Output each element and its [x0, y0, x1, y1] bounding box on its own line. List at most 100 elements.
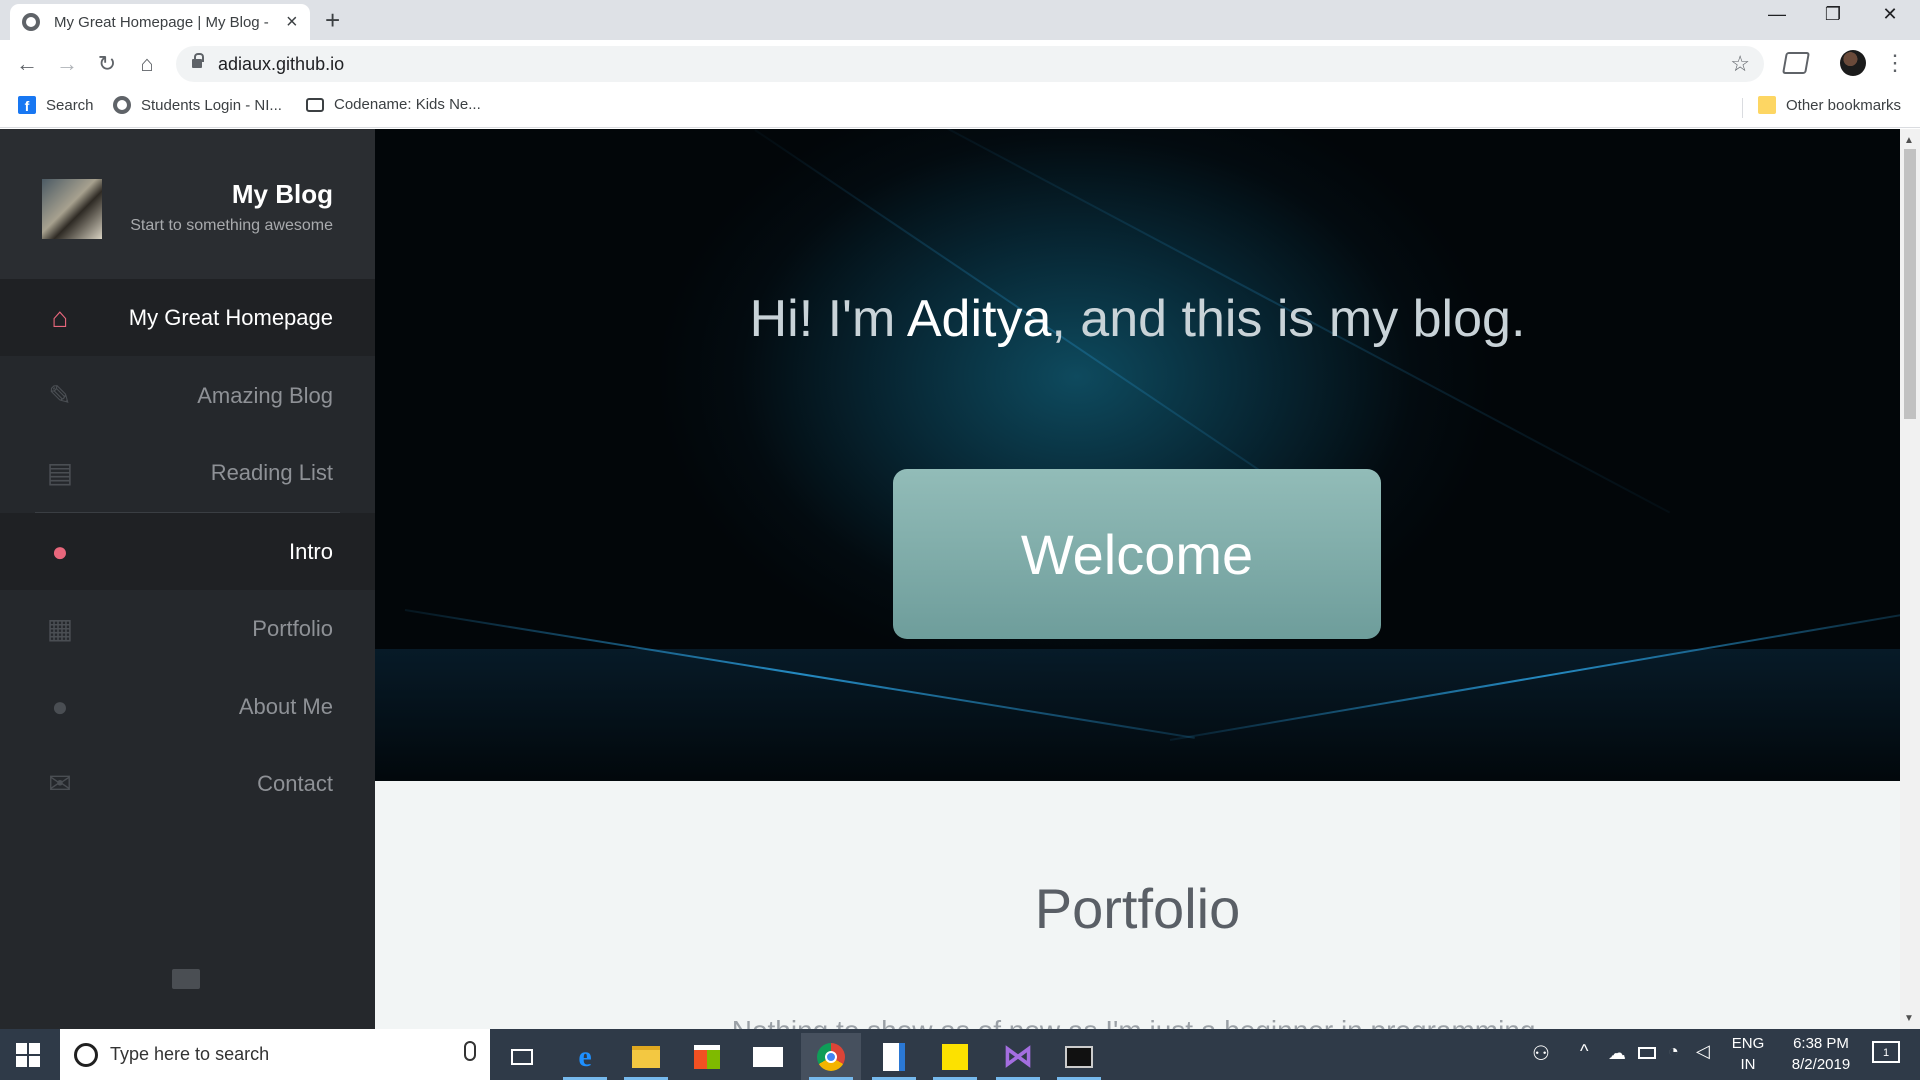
sidebar-item-label: Intro: [288, 538, 333, 564]
sidebar-item-label: Portfolio: [252, 615, 333, 641]
visual-studio-icon[interactable]: ⋈: [988, 1033, 1048, 1080]
people-icon[interactable]: ⚇: [1532, 1041, 1550, 1066]
onedrive-icon[interactable]: ☁: [1608, 1043, 1626, 1064]
user-icon: ●: [51, 690, 69, 722]
minimize-icon[interactable]: —: [1757, 4, 1797, 25]
other-bookmarks[interactable]: Other bookmarks: [1758, 96, 1901, 114]
taskbar-search[interactable]: Type here to search: [60, 1029, 490, 1080]
scroll-down-icon[interactable]: ▼: [1904, 1013, 1914, 1024]
bookmark-codename[interactable]: Codename: Kids Ne...: [306, 96, 481, 113]
chrome-icon[interactable]: [801, 1033, 861, 1080]
avatar: [42, 179, 102, 239]
hero-section: Hi! I'm Aditya, and this is my blog. Wel…: [375, 129, 1900, 781]
clock-time: 6:38 PM: [1793, 1035, 1849, 1052]
brand-subtitle: Start to something awesome: [130, 217, 333, 234]
sidebar-item-blog[interactable]: ✎ Amazing Blog: [0, 357, 375, 434]
bookmark-search[interactable]: f Search: [18, 96, 94, 114]
chevron-up-icon[interactable]: ^: [1580, 1041, 1588, 1062]
greeting-suffix: , and this is my blog.: [1051, 290, 1526, 348]
url-text[interactable]: adiaux.github.io: [218, 54, 344, 75]
sticky-notes-icon[interactable]: [925, 1033, 985, 1080]
reload-icon[interactable]: ↻: [93, 50, 121, 78]
language-indicator[interactable]: ENG IN: [1730, 1035, 1766, 1073]
home-icon[interactable]: ⌂: [133, 50, 161, 78]
document-editor-icon[interactable]: [864, 1033, 924, 1080]
welcome-button[interactable]: Welcome: [893, 469, 1381, 639]
envelope-icon[interactable]: [172, 969, 200, 989]
sidebar-item-label: Amazing Blog: [197, 382, 333, 408]
portfolio-text: Nothing to show as of now as I'm just a …: [375, 1015, 1900, 1029]
bookmarks-divider: [1742, 98, 1743, 118]
globe-icon: [113, 96, 131, 114]
speech-bubble-icon: ●: [51, 535, 69, 567]
hero-decoration: [375, 649, 1900, 781]
sidebar-item-label: Reading List: [210, 459, 333, 485]
taskbar: Type here to search e ⋈ ⚇ ^ ☁ ◔ ◁ ENG IN: [0, 1029, 1920, 1080]
new-tab-button[interactable]: +: [325, 6, 340, 34]
mail-icon[interactable]: [738, 1033, 798, 1080]
microphone-icon[interactable]: [464, 1041, 476, 1061]
notification-count: 1: [1882, 1047, 1890, 1059]
book-icon: ▤: [46, 456, 74, 488]
volume-icon[interactable]: ◁: [1696, 1041, 1710, 1062]
author-name: Aditya: [906, 290, 1052, 348]
brand-title: My Blog: [231, 179, 333, 209]
scroll-thumb[interactable]: [1904, 149, 1916, 419]
back-icon[interactable]: ←: [13, 50, 41, 78]
sidebar-item-portfolio[interactable]: ▦ Portfolio: [0, 590, 375, 667]
page-scrollbar[interactable]: ▲ ▼: [1900, 129, 1920, 1029]
clock[interactable]: 6:38 PM 8/2/2019: [1776, 1035, 1866, 1073]
close-tab-icon[interactable]: ×: [286, 12, 298, 32]
sidebar-item-contact[interactable]: ✉ Contact: [0, 745, 375, 822]
brand-header[interactable]: My Blog Start to something awesome: [0, 129, 375, 279]
file-explorer-icon[interactable]: [616, 1033, 676, 1080]
sidebar-item-reading-list[interactable]: ▤ Reading List: [0, 434, 375, 511]
extension-icon[interactable]: [1782, 52, 1810, 74]
pencil-icon: ✎: [48, 379, 72, 411]
portfolio-title: Portfolio: [1034, 877, 1241, 940]
star-icon[interactable]: ☆: [1730, 51, 1750, 77]
notification-center-icon[interactable]: 1: [1872, 1041, 1900, 1063]
portfolio-section: Portfolio Nothing to show as of now as I…: [375, 781, 1900, 1029]
sidebar-item-intro[interactable]: ● Intro: [0, 513, 375, 590]
more-menu-icon[interactable]: ⋮: [1884, 48, 1906, 78]
folder-icon: [1758, 96, 1776, 114]
sidebar-item-label: My Great Homepage: [128, 304, 333, 330]
forward-icon[interactable]: →: [53, 50, 81, 78]
browser-tab[interactable]: My Great Homepage | My Blog - ×: [10, 4, 310, 40]
cortana-icon: [74, 1043, 98, 1067]
sidebar-item-label: Contact: [257, 770, 333, 796]
wifi-icon[interactable]: ◔: [1668, 1041, 1679, 1062]
windows-start-icon[interactable]: [16, 1043, 40, 1067]
hero-heading: Hi! I'm Aditya, and this is my blog.: [375, 289, 1900, 349]
store-icon[interactable]: [677, 1033, 737, 1080]
region-label: IN: [1740, 1056, 1756, 1073]
task-view-icon[interactable]: [492, 1033, 552, 1080]
tab-strip: My Great Homepage | My Blog - × + — ❐ ✕: [0, 0, 1920, 40]
edge-icon[interactable]: e: [555, 1033, 615, 1080]
battery-icon[interactable]: [1638, 1047, 1656, 1059]
sidebar-item-label: About Me: [238, 693, 333, 719]
bookmark-label: Students Login - NI...: [141, 96, 282, 114]
lock-icon[interactable]: [192, 53, 204, 68]
sidebar: My Blog Start to something awesome ⌂ My …: [0, 129, 375, 1029]
sidebar-item-homepage[interactable]: ⌂ My Great Homepage: [0, 279, 375, 356]
profile-avatar[interactable]: [1840, 50, 1866, 76]
bookmarks-bar: f Search Students Login - NI... Codename…: [0, 88, 1920, 128]
scroll-up-icon[interactable]: ▲: [1904, 135, 1914, 146]
bookmark-label: Codename: Kids Ne...: [334, 96, 481, 113]
restore-icon[interactable]: ❐: [1813, 4, 1853, 25]
address-bar[interactable]: adiaux.github.io ☆: [176, 46, 1764, 82]
terminal-icon[interactable]: [1049, 1033, 1109, 1080]
greeting-prefix: Hi! I'm: [749, 290, 907, 348]
tab-title: My Great Homepage | My Blog -: [54, 13, 269, 31]
bookmark-students-login[interactable]: Students Login - NI...: [113, 96, 282, 114]
close-window-icon[interactable]: ✕: [1870, 4, 1910, 25]
taskbar-search-placeholder: Type here to search: [110, 1044, 270, 1064]
other-bookmarks-label: Other bookmarks: [1786, 96, 1902, 114]
globe-icon: [22, 13, 40, 31]
sidebar-item-about-me[interactable]: ● About Me: [0, 668, 375, 745]
clock-date: 8/2/2019: [1791, 1056, 1851, 1073]
briefcase-icon: [306, 97, 324, 112]
bookmark-label: Search: [46, 96, 94, 114]
